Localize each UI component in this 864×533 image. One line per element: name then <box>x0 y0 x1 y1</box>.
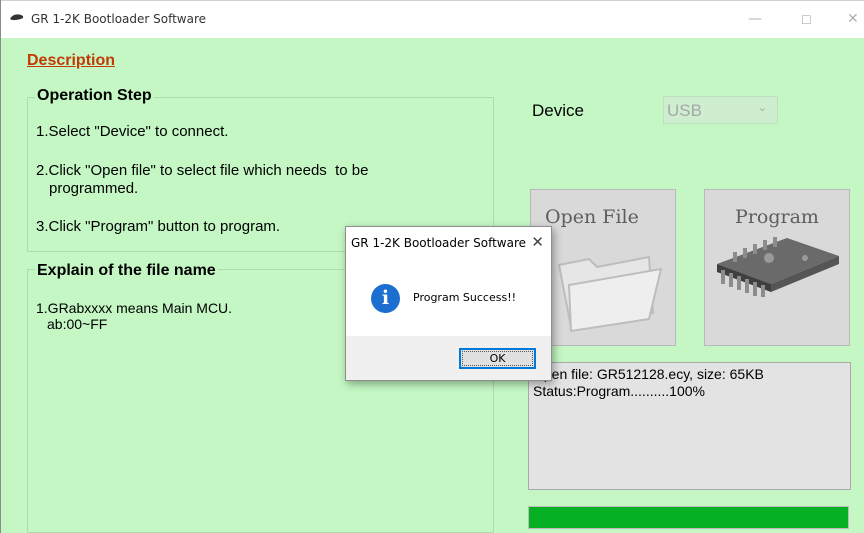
progress-bar <box>528 506 849 529</box>
close-button[interactable]: ✕ <box>847 11 859 27</box>
step-2-continued: programmed. <box>49 180 139 197</box>
message-dialog: GR 1-2K Bootloader Software ✕ i Program … <box>345 226 552 381</box>
minimize-button[interactable]: — <box>748 11 762 27</box>
step-1: 1.Select "Device" to connect. <box>36 123 229 140</box>
status-log[interactable]: Open file: GR512128.ecy, size: 65KB Stat… <box>528 362 851 490</box>
device-label: Device <box>532 101 584 120</box>
device-select[interactable]: USB ⌄ <box>663 96 778 124</box>
step-3: 3.Click "Program" button to program. <box>36 218 281 235</box>
dialog-close-button[interactable]: ✕ <box>531 233 544 251</box>
description-link[interactable]: Description <box>27 52 115 70</box>
program-button[interactable]: Program <box>704 189 850 346</box>
explain-line-2: ab:00~FF <box>47 316 108 332</box>
chip-icon <box>717 237 839 297</box>
dialog-message: Program Success!! <box>413 291 517 304</box>
program-label: Program <box>735 206 819 228</box>
log-line-1: Open file: GR512128.ecy, size: 65KB <box>533 366 764 382</box>
progress-bar-fill <box>529 507 848 528</box>
app-window: GR 1-2K Bootloader Software — ☐ ✕ Descri… <box>0 0 864 533</box>
window-title: GR 1-2K Bootloader Software <box>31 12 207 26</box>
explain-title: Explain of the file name <box>35 262 218 280</box>
open-file-label: Open File <box>545 206 639 228</box>
ok-button[interactable]: OK <box>459 348 536 369</box>
info-icon: i <box>371 284 400 313</box>
operation-step-title: Operation Step <box>35 87 154 105</box>
device-select-value: USB <box>667 101 702 120</box>
chevron-down-icon: ⌄ <box>757 101 767 114</box>
step-2: 2.Click "Open file" to select file which… <box>36 162 369 179</box>
dialog-title: GR 1-2K Bootloader Software <box>351 236 527 250</box>
app-logo-icon <box>10 14 23 21</box>
title-bar[interactable]: GR 1-2K Bootloader Software — ☐ ✕ <box>1 0 864 38</box>
maximize-button[interactable]: ☐ <box>801 13 812 27</box>
folder-icon <box>557 255 663 333</box>
explain-line-1: 1.GRabxxxx means Main MCU. <box>36 300 233 316</box>
log-line-2: Status:Program..........100% <box>533 383 705 399</box>
